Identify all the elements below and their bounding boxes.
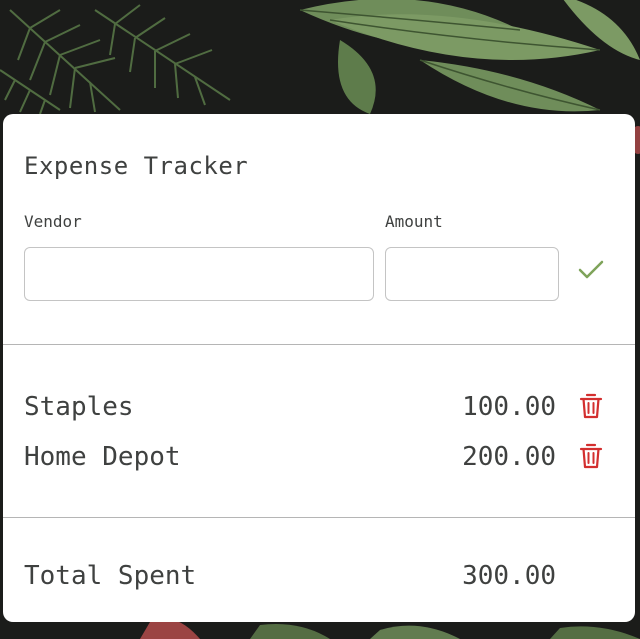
delete-expense-button[interactable] — [577, 390, 605, 422]
total-label: Total Spent — [24, 561, 197, 591]
trash-icon — [579, 393, 603, 419]
expense-vendor: Home Depot — [24, 442, 181, 472]
check-icon — [578, 260, 604, 279]
total-row: Total Spent 300.00 — [3, 557, 635, 597]
amount-label: Amount — [385, 212, 443, 231]
divider — [3, 344, 635, 345]
delete-expense-button[interactable] — [577, 440, 605, 472]
expense-amount: 200.00 — [462, 442, 556, 472]
list-item: Home Depot 200.00 — [3, 438, 635, 478]
add-expense-button[interactable] — [575, 254, 607, 286]
divider — [3, 517, 635, 518]
page-title: Expense Tracker — [24, 152, 249, 180]
vendor-input[interactable] — [24, 247, 374, 301]
trash-icon — [579, 443, 603, 469]
amount-input[interactable] — [385, 247, 559, 301]
expense-amount: 100.00 — [462, 392, 556, 422]
expense-card: Expense Tracker Vendor Amount Staples 10… — [3, 114, 635, 622]
vendor-label: Vendor — [24, 212, 82, 231]
expense-vendor: Staples — [24, 392, 134, 422]
list-item: Staples 100.00 — [3, 388, 635, 428]
total-value: 300.00 — [462, 561, 556, 591]
